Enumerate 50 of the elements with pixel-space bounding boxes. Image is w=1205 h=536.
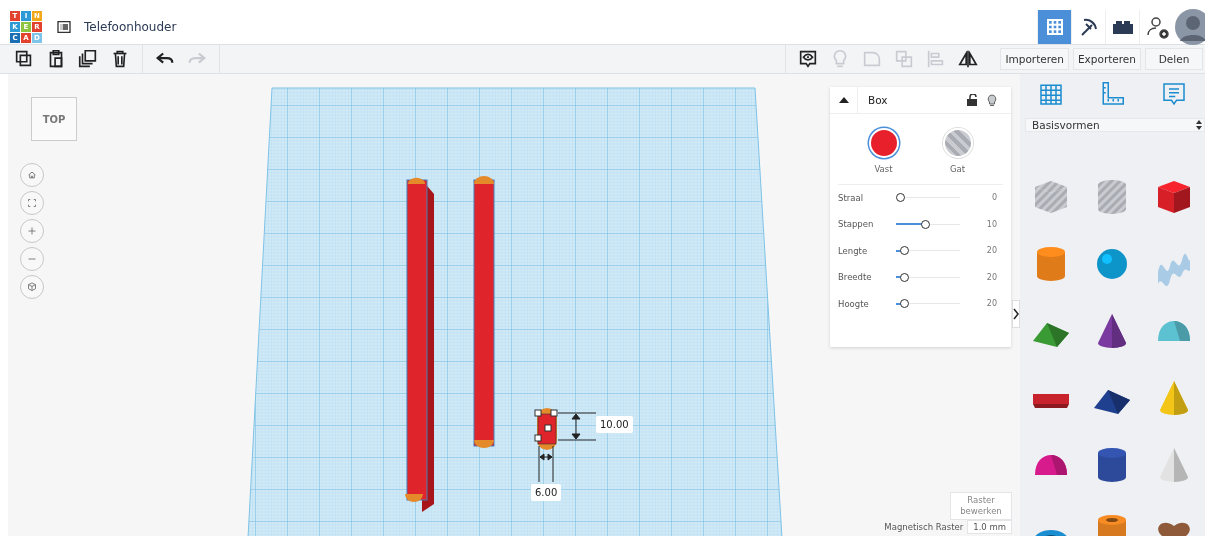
action-button[interactable]: Exporteren bbox=[1072, 48, 1141, 70]
slider-thumb[interactable] bbox=[896, 193, 905, 202]
light-bulb-icon[interactable] bbox=[987, 93, 997, 107]
expand-panel-button[interactable] bbox=[1012, 300, 1020, 328]
width-dimension-arrow bbox=[538, 445, 554, 483]
action-button[interactable]: Delen bbox=[1145, 48, 1203, 70]
material-label: Vast bbox=[874, 164, 893, 174]
slider-thumb[interactable] bbox=[900, 272, 910, 282]
material-label: Gat bbox=[949, 164, 966, 174]
triangle-up-icon bbox=[838, 97, 849, 103]
parameter-label: Straal bbox=[838, 192, 864, 203]
bar-shape-drawing[interactable] bbox=[473, 176, 495, 448]
snap-grid-label: Magnetisch Raster bbox=[884, 522, 964, 532]
shape-library-dropdown[interactable]: Basisvormen bbox=[1025, 118, 1205, 132]
parameter-value: 0 bbox=[990, 193, 998, 202]
parameter-value: 20 bbox=[985, 299, 998, 308]
slider-thumb[interactable] bbox=[900, 246, 910, 255]
chevron-right-icon bbox=[1013, 308, 1019, 320]
home-view-button[interactable] bbox=[20, 163, 44, 187]
stack-icon bbox=[77, 48, 99, 70]
parameter-label: Breedte bbox=[838, 272, 873, 282]
snap-grid-dropdown[interactable]: 1.0 mm bbox=[967, 520, 1012, 534]
list-icon bbox=[56, 19, 72, 35]
action-button[interactable]: Importeren bbox=[1000, 48, 1069, 70]
parameter-value: 20 bbox=[985, 246, 998, 255]
selected-box-drawing[interactable] bbox=[534, 408, 558, 450]
hole-swatch[interactable] bbox=[942, 128, 973, 158]
unlocked-padlock-icon[interactable] bbox=[967, 94, 977, 106]
parameter-value: 10 bbox=[985, 219, 998, 229]
slider-thumb[interactable] bbox=[920, 219, 930, 229]
shape-name: Box bbox=[868, 94, 889, 106]
parameter-label: Hoogte bbox=[838, 298, 870, 309]
parameter-label: Stappen bbox=[838, 219, 875, 229]
avatar[interactable] bbox=[1175, 9, 1205, 45]
bar-shape-drawing[interactable] bbox=[405, 177, 434, 512]
height-dimension-arrow bbox=[557, 412, 597, 441]
design-title[interactable]: Telefoonhouder bbox=[84, 20, 177, 34]
cube-icon bbox=[25, 280, 39, 294]
sort-arrows-icon bbox=[1196, 119, 1202, 131]
length-dimension-field[interactable]: 10.00 bbox=[596, 416, 633, 433]
fit-view-icon bbox=[25, 196, 39, 210]
solid-swatch[interactable] bbox=[868, 128, 899, 158]
mirror-icon bbox=[957, 48, 980, 70]
edit-grid-button[interactable]: Raster bewerken bbox=[950, 492, 1012, 520]
width-dimension-field[interactable]: 6.00 bbox=[531, 484, 562, 501]
slider-thumb[interactable] bbox=[900, 299, 910, 308]
perspective-view-button[interactable] bbox=[20, 275, 44, 299]
parameter-value: 20 bbox=[985, 272, 998, 282]
view-cube[interactable]: TOP bbox=[31, 97, 77, 141]
parameter-label: Lengte bbox=[838, 245, 869, 256]
